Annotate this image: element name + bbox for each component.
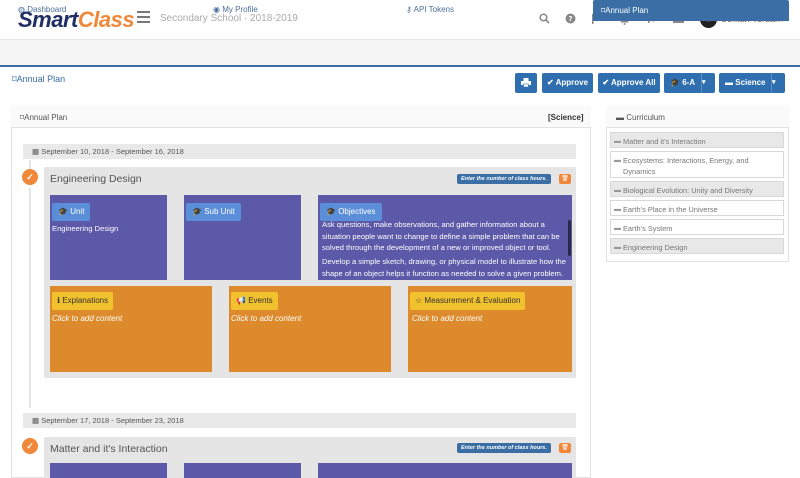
objectives-text-2: Develop a simple sketch, drawing, or phy…: [322, 257, 566, 278]
chevron-down-icon: ▾: [701, 73, 715, 93]
subject-label: [Science]: [548, 113, 584, 122]
graduation-cap-icon: 🎓: [670, 78, 680, 87]
curriculum-item[interactable]: ▬ Ecosystems: Interactions, Energy, and D…: [610, 151, 784, 178]
tab-api-tokens[interactable]: ⚷ API Tokens: [406, 0, 454, 20]
week-header: ▦ September 17, 2018 - September 23, 201…: [23, 413, 576, 428]
chevron-down-icon: ▾: [771, 73, 785, 93]
graduation-cap-icon: 🎓: [192, 207, 202, 216]
timeline-line: [29, 188, 31, 408]
unit-value: Engineering Design: [52, 224, 119, 233]
objectives-text-1: Ask questions, make observations, and ga…: [322, 220, 560, 252]
objectives-scrollbar[interactable]: [568, 220, 571, 256]
events-chip: 📢 Events: [231, 292, 278, 310]
curriculum-item[interactable]: ▬ Earth's Place in the Universe: [610, 200, 784, 216]
graduation-cap-icon: 🎓: [326, 207, 336, 216]
week-header: ▦ September 10, 2018 - September 16, 201…: [23, 144, 576, 159]
book-icon: ▬: [614, 244, 621, 251]
book-icon: ▬: [614, 225, 621, 232]
star-icon: ☆: [415, 296, 423, 305]
book-icon: ▬: [614, 157, 621, 164]
graduation-cap-icon: 🎓: [58, 207, 68, 216]
tab-bar: [0, 46, 800, 67]
card-title: ⌑Annual Plan: [20, 113, 68, 122]
sub-unit-cell[interactable]: [184, 463, 301, 478]
megaphone-icon: 📢: [236, 296, 246, 305]
approve-button[interactable]: ✔ Approve: [542, 73, 593, 93]
book-icon: ▬: [614, 187, 621, 194]
events-placeholder: Click to add content: [231, 314, 302, 323]
search-icon[interactable]: [538, 13, 550, 25]
approve-all-button[interactable]: ✔ Approve All: [598, 73, 660, 93]
lesson-title: Matter and it's Interaction: [50, 443, 168, 455]
help-icon[interactable]: ?: [564, 13, 576, 25]
check-circle-icon[interactable]: ✓: [22, 169, 38, 185]
dashboard-icon: ◍: [18, 5, 25, 14]
trash-icon[interactable]: 🗑: [559, 443, 571, 453]
tab-annual-plan[interactable]: ⌑Annual Plan: [593, 0, 789, 21]
user-circle-icon: ◉: [213, 5, 220, 14]
class-hours-input[interactable]: Enter the number of class hours.: [457, 174, 551, 184]
explanations-placeholder: Click to add content: [52, 314, 123, 323]
print-icon: [521, 78, 531, 88]
unit-chip: 🎓 Unit: [52, 203, 91, 221]
curriculum-item[interactable]: ▬ Engineering Design: [610, 238, 784, 254]
svg-text:?: ?: [568, 15, 572, 23]
check-circle-icon[interactable]: ✓: [22, 438, 38, 454]
book-icon: ▬: [725, 78, 733, 87]
book-icon: ▬: [616, 113, 624, 122]
tab-profile[interactable]: ◉ My Profile: [213, 0, 258, 20]
curriculum-item[interactable]: ▬ Biological Evolution: Unity and Diversi…: [610, 181, 784, 197]
calendar-icon: ▦: [32, 416, 40, 425]
key-icon: ⚷: [406, 5, 412, 14]
class-select[interactable]: 🎓 6-A ▾: [664, 73, 715, 93]
card-header: [11, 106, 591, 128]
class-hours-input[interactable]: Enter the number of class hours.: [457, 443, 551, 453]
measurement-chip: ☆ Measurement & Evaluation: [410, 292, 526, 310]
calendar-icon: ▦: [32, 147, 40, 156]
curriculum-item[interactable]: ▬ Matter and it's Interaction: [610, 132, 784, 148]
check-icon: ✔: [602, 78, 610, 87]
book-icon: ▬: [614, 206, 621, 213]
subject-select[interactable]: ▬ Science ▾: [719, 73, 785, 93]
menu-toggle-icon[interactable]: [137, 11, 150, 23]
info-icon: ℹ: [57, 296, 61, 305]
curriculum-item[interactable]: ▬ Earth's System: [610, 219, 784, 235]
explanations-chip: ℹ Explanations: [52, 292, 114, 310]
objectives-cell[interactable]: [318, 463, 572, 478]
page-title: ⌑Annual Plan: [12, 74, 66, 84]
measurement-placeholder: Click to add content: [412, 314, 483, 323]
trash-icon[interactable]: 🗑: [559, 174, 571, 184]
tab-dashboard[interactable]: ◍ Dashboard: [18, 0, 66, 20]
print-button[interactable]: [515, 73, 537, 93]
sub-unit-chip: 🎓 Sub Unit: [186, 203, 241, 221]
check-icon: ✔: [546, 78, 554, 87]
curriculum-title: ▬ Curriculum: [616, 113, 665, 122]
book-icon: ▬: [614, 138, 621, 145]
lesson-title: Engineering Design: [50, 173, 142, 185]
unit-cell[interactable]: [50, 463, 167, 478]
